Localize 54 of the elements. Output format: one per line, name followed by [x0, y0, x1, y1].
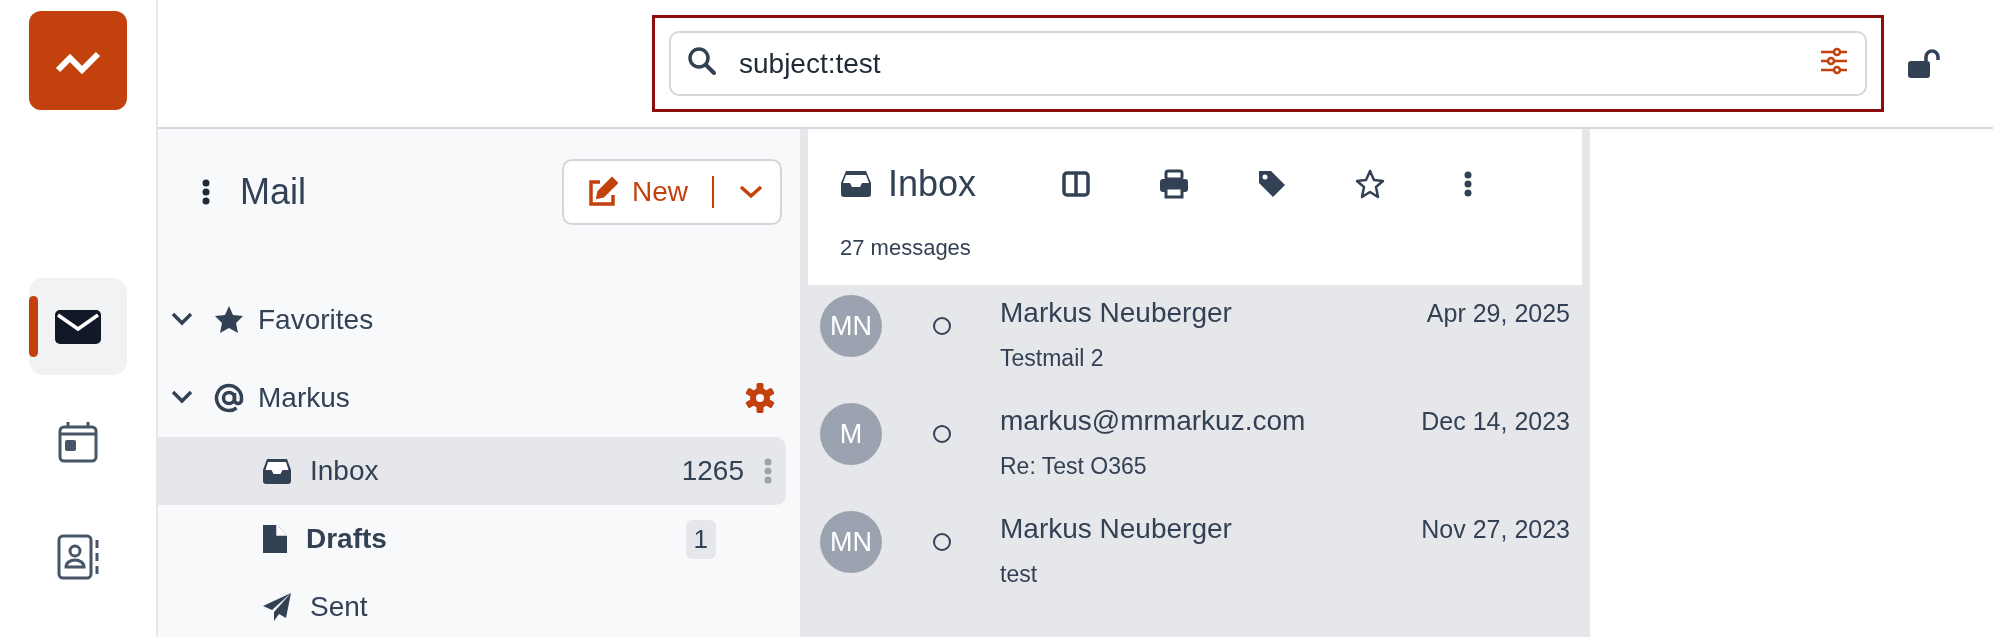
circle-icon[interactable]	[932, 424, 952, 444]
new-message-button[interactable]: New	[562, 159, 782, 225]
message-total: 1265	[680, 454, 744, 488]
active-indicator	[29, 296, 38, 357]
document-icon	[262, 524, 288, 554]
folder-name: Sent	[310, 590, 369, 624]
unread-count: 1	[685, 519, 716, 559]
more-options-icon[interactable]	[202, 179, 210, 205]
folder-title: Inbox	[888, 162, 977, 206]
gear-icon[interactable]	[745, 383, 775, 413]
avatar: M	[820, 403, 882, 465]
message-date: Dec 14, 2023	[1421, 406, 1570, 437]
search-icon	[687, 46, 717, 76]
avatar: MN	[820, 295, 882, 357]
tree-node-label[interactable]: Favorites	[258, 299, 374, 341]
inbox-tray-icon	[840, 170, 872, 198]
avatar: MN	[820, 511, 882, 573]
folder-item[interactable]: Drafts 1	[158, 505, 786, 573]
tree-node-label[interactable]: Markus	[258, 377, 350, 419]
sender-name: markus@mrmarkuz.com	[1000, 404, 1306, 438]
search-field[interactable]: subject:test	[669, 31, 1867, 96]
unlocked-padlock-icon[interactable]	[1908, 48, 1940, 79]
section-title: Mail	[240, 170, 307, 214]
envelope-icon	[54, 308, 102, 345]
star-icon	[1355, 169, 1385, 199]
star-icon	[214, 305, 244, 335]
printer-icon	[1159, 169, 1189, 199]
circle-icon[interactable]	[932, 532, 952, 552]
folder-name: Inbox	[310, 454, 380, 488]
message-subject: Testmail 2	[1000, 344, 1105, 373]
inbox-tray-icon	[262, 457, 292, 485]
sender-name: Markus Neuberger	[1000, 296, 1232, 330]
message-date: Nov 27, 2023	[1421, 514, 1570, 545]
message-subject: Re: Test O365	[1000, 452, 1148, 481]
calendar-icon	[58, 420, 98, 463]
address-book-icon	[57, 533, 99, 580]
chevron-down-icon[interactable]	[738, 184, 764, 200]
two-columns-icon	[1062, 171, 1090, 197]
tag-icon	[1257, 169, 1287, 199]
circle-icon[interactable]	[932, 316, 952, 336]
folder-item[interactable]: Inbox 1265	[158, 437, 786, 505]
message-date: Apr 29, 2025	[1426, 298, 1570, 329]
filter-settings-icon[interactable]	[1819, 46, 1849, 76]
message-count: 27 messages	[840, 234, 972, 262]
vertical-dots-icon	[1464, 171, 1472, 197]
rail-button[interactable]	[29, 278, 127, 375]
app-logo[interactable]	[29, 11, 127, 110]
paper-plane-icon	[262, 592, 292, 622]
message-subject: test	[1000, 560, 1039, 589]
at-sign-icon	[214, 383, 244, 413]
sender-name: Markus Neuberger	[1000, 512, 1232, 546]
folder-name: Drafts	[306, 522, 388, 556]
folder-item[interactable]: Sent	[158, 573, 786, 637]
pencil-square-icon	[586, 176, 618, 208]
